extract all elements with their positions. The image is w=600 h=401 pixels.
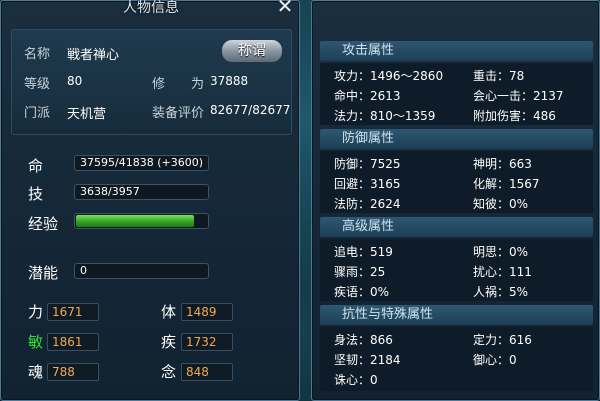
title-button[interactable]: 称谓 — [221, 39, 283, 63]
speed-value: 1732 — [181, 333, 233, 351]
name-label: 名称 — [24, 47, 51, 62]
soul-label: 魂 — [28, 363, 44, 381]
mind-label: 念 — [161, 363, 177, 381]
name-value: 戦者禅心 — [67, 48, 120, 63]
composure: 定力：616 — [473, 333, 532, 347]
agility-value: 1861 — [47, 333, 99, 351]
advanced-section: 追电：519 明思：0% 骤雨：25 扰心：111 疾语：0% 人祸：5% — [320, 239, 593, 301]
magic-defense: 法防：2624 — [334, 197, 401, 211]
special-section-header[interactable]: 抗性与特殊属性 — [320, 305, 593, 325]
toughness: 坚韧：2184 — [334, 353, 401, 367]
bonus-damage: 附加伤害：486 — [473, 109, 556, 123]
life-label: 命 — [28, 157, 44, 175]
advanced-section-header[interactable]: 高级属性 — [320, 217, 593, 237]
potential-label: 潜能 — [28, 264, 59, 282]
strength-value: 1671 — [47, 303, 99, 321]
insight: 知彼：0% — [473, 197, 529, 211]
mind-value: 848 — [181, 363, 233, 381]
heavy-strike: 重击：78 — [473, 69, 525, 83]
lightning-chase: 追电：519 — [334, 245, 393, 259]
heart-slay: 诛心：0 — [334, 373, 378, 387]
defense: 防御：7525 — [334, 157, 401, 171]
agility-movement: 身法：866 — [334, 333, 393, 347]
exp-bar-fill — [76, 215, 194, 227]
agility-label: 敏 — [28, 333, 44, 351]
faction-value: 天机营 — [67, 107, 107, 122]
disturb-mind: 扰心：111 — [473, 265, 532, 279]
skill-value: 3638/3957 — [80, 185, 140, 198]
hit-rate: 命中：2613 — [334, 89, 401, 103]
panel-title: 人物信息 — [123, 0, 179, 16]
defense-section: 防御：7525 神明：663 回避：3165 化解：1567 法防：2624 知… — [320, 151, 593, 213]
cultivation-value: 37888 — [210, 74, 249, 88]
potential-value: 0 — [80, 264, 87, 277]
attack-section-header[interactable]: 攻击属性 — [320, 41, 593, 61]
human-calamity: 人祸：5% — [473, 285, 529, 299]
attributes-panel: 攻击属性 攻力：1496～2860 重击：78 命中：2613 会心一击：213… — [311, 0, 600, 401]
soul-value: 788 — [47, 363, 99, 381]
life-bar: 37595/41838 (+3600) — [74, 155, 209, 171]
evasion: 回避：3165 — [334, 177, 401, 191]
faction-label: 门派 — [24, 106, 51, 121]
divinity: 神明：663 — [473, 157, 532, 171]
attack-power: 攻力：1496～2860 — [334, 69, 444, 83]
character-info-panel: 人物信息 ✕ 名称 戦者禅心 称谓 等级 80 修 为 37888 门派 天机营… — [0, 0, 300, 401]
skill-label: 技 — [28, 185, 44, 203]
dissolve: 化解：1567 — [473, 177, 540, 191]
constitution-label: 体 — [161, 303, 177, 321]
equip-rating-value: 82677/82677 — [210, 103, 291, 117]
mind-guard: 御心：0 — [473, 353, 517, 367]
basic-info-block: 名称 戦者禅心 称谓 等级 80 修 为 37888 门派 天机营 装备评价 8… — [11, 29, 292, 135]
cultivation-label: 修 为 — [152, 77, 205, 92]
critical-strike: 会心一击：2137 — [473, 89, 564, 103]
speed-label: 疾 — [161, 333, 177, 351]
skill-bar: 3638/3957 — [74, 184, 209, 200]
defense-section-header[interactable]: 防御属性 — [320, 129, 593, 149]
level-value: 80 — [67, 74, 83, 88]
swift-speech: 疾语：0% — [334, 285, 390, 299]
special-section: 身法：866 定力：616 坚韧：2184 御心：0 诛心：0 — [320, 327, 593, 391]
close-icon[interactable]: ✕ — [275, 0, 295, 16]
title-bar[interactable]: 人物信息 ✕ — [1, 0, 301, 19]
exp-label: 经验 — [28, 215, 59, 233]
sudden-rain: 骤雨：25 — [334, 265, 386, 279]
level-label: 等级 — [24, 77, 51, 92]
potential-block: 潜能 0 — [11, 257, 290, 285]
strength-label: 力 — [28, 303, 44, 321]
constitution-value: 1489 — [181, 303, 233, 321]
vitals-block: 命 37595/41838 (+3600) 技 3638/3957 经验 — [11, 141, 290, 237]
life-value: 37595/41838 (+3600) — [80, 156, 203, 169]
attributes-block: 力 1671 体 1489 敏 1861 疾 1732 魂 788 念 848 — [11, 293, 290, 393]
potential-field: 0 — [74, 263, 209, 279]
clear-thought: 明思：0% — [473, 245, 529, 259]
equip-rating-label: 装备评价 — [152, 106, 205, 121]
exp-bar — [74, 213, 209, 229]
attack-section: 攻力：1496～2860 重击：78 命中：2613 会心一击：2137 法力：… — [320, 63, 593, 125]
magic-power: 法力：810～1359 — [334, 109, 436, 123]
